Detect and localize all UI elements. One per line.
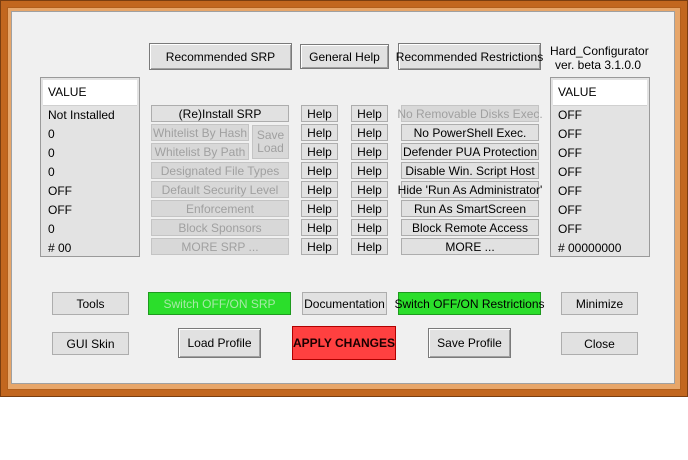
disable-win-script-host-button[interactable]: Disable Win. Script Host [401, 162, 539, 179]
load-label: Load [257, 141, 284, 155]
restriction-help-button[interactable]: Help [351, 162, 388, 179]
switch-restrictions-button[interactable]: Switch OFF/ON Restrictions [394, 292, 545, 315]
app-version: ver. beta 3.1.0.0 [554, 58, 642, 72]
apply-changes-button[interactable]: APPLY CHANGES [292, 326, 396, 360]
srp-help-button[interactable]: Help [301, 124, 338, 141]
restriction-help-button[interactable]: Help [351, 238, 388, 255]
srp-value-row: Not Installed [48, 108, 115, 122]
documentation-button[interactable]: Documentation [302, 292, 387, 315]
hide-run-as-administrator-button[interactable]: Hide 'Run As Administrator' [398, 181, 542, 198]
block-remote-access-button[interactable]: Block Remote Access [401, 219, 539, 236]
restriction-value-row: OFF [558, 127, 582, 141]
restriction-value-row: OFF [558, 203, 582, 217]
recommended-restrictions-button[interactable]: Recommended Restrictions [396, 43, 543, 70]
app-title: Hard_Configurator ver. beta 3.1.0.0 [550, 44, 649, 72]
close-button[interactable]: Close [561, 332, 638, 355]
designated-file-types-button[interactable]: Designated File Types [151, 162, 289, 179]
restriction-value-row: OFF [558, 222, 582, 236]
restriction-help-button[interactable]: Help [351, 143, 388, 160]
no-removable-disks-exec-button[interactable]: No Removable Disks Exec. [397, 105, 543, 122]
srp-value-row: OFF [48, 184, 72, 198]
restriction-value-row: OFF [558, 165, 582, 179]
whitelist-by-path-button[interactable]: Whitelist By Path [151, 143, 249, 160]
app-name: Hard_Configurator [550, 44, 649, 58]
srp-value-row: 0 [48, 127, 55, 141]
srp-help-button[interactable]: Help [301, 219, 338, 236]
srp-help-button[interactable]: Help [301, 200, 338, 217]
srp-value-row: 0 [48, 146, 55, 160]
save-profile-button[interactable]: Save Profile [428, 328, 511, 358]
srp-help-button[interactable]: Help [301, 162, 338, 179]
restriction-help-button[interactable]: Help [351, 181, 388, 198]
srp-values-header: VALUE [43, 80, 137, 106]
restriction-values-list: VALUE OFF OFF OFF OFF OFF OFF OFF # 0000… [550, 77, 650, 257]
run-as-smartscreen-button[interactable]: Run As SmartScreen [401, 200, 539, 217]
srp-help-button[interactable]: Help [301, 238, 338, 255]
restriction-value-row: # 00000000 [558, 241, 622, 255]
save-load-whitelist-button[interactable]: Save Load [252, 125, 289, 159]
default-security-level-button[interactable]: Default Security Level [151, 181, 289, 198]
restriction-help-button[interactable]: Help [351, 105, 388, 122]
block-sponsors-button[interactable]: Block Sponsors [151, 219, 289, 236]
load-profile-button[interactable]: Load Profile [178, 328, 261, 358]
general-help-button[interactable]: General Help [300, 44, 389, 69]
defender-pua-protection-button[interactable]: Defender PUA Protection [401, 143, 539, 160]
gui-skin-button[interactable]: GUI Skin [52, 332, 129, 355]
enforcement-button[interactable]: Enforcement [151, 200, 289, 217]
more-restrictions-button[interactable]: MORE ... [401, 238, 539, 255]
recommended-srp-button[interactable]: Recommended SRP [149, 43, 292, 70]
no-powershell-exec-button[interactable]: No PowerShell Exec. [401, 124, 539, 141]
restriction-value-row: OFF [558, 108, 582, 122]
minimize-button[interactable]: Minimize [561, 292, 638, 315]
srp-help-button[interactable]: Help [301, 105, 338, 122]
whitelist-by-hash-button[interactable]: Whitelist By Hash [151, 124, 249, 141]
restriction-help-button[interactable]: Help [351, 124, 388, 141]
srp-help-button[interactable]: Help [301, 181, 338, 198]
srp-help-button[interactable]: Help [301, 143, 338, 160]
switch-srp-button[interactable]: Switch OFF/ON SRP [148, 292, 291, 315]
srp-values-list: VALUE Not Installed 0 0 0 OFF OFF 0 # 00 [40, 77, 140, 257]
more-srp-button[interactable]: MORE SRP ... [151, 238, 289, 255]
srp-value-row: # 00 [48, 241, 72, 255]
restriction-help-button[interactable]: Help [351, 219, 388, 236]
restriction-help-button[interactable]: Help [351, 200, 388, 217]
restriction-value-row: OFF [558, 184, 582, 198]
srp-value-row: 0 [48, 222, 55, 236]
srp-value-row: 0 [48, 165, 55, 179]
restriction-value-row: OFF [558, 146, 582, 160]
restriction-values-header: VALUE [553, 80, 647, 106]
srp-value-row: OFF [48, 203, 72, 217]
tools-button[interactable]: Tools [52, 292, 129, 315]
reinstall-srp-button[interactable]: (Re)Install SRP [151, 105, 289, 122]
